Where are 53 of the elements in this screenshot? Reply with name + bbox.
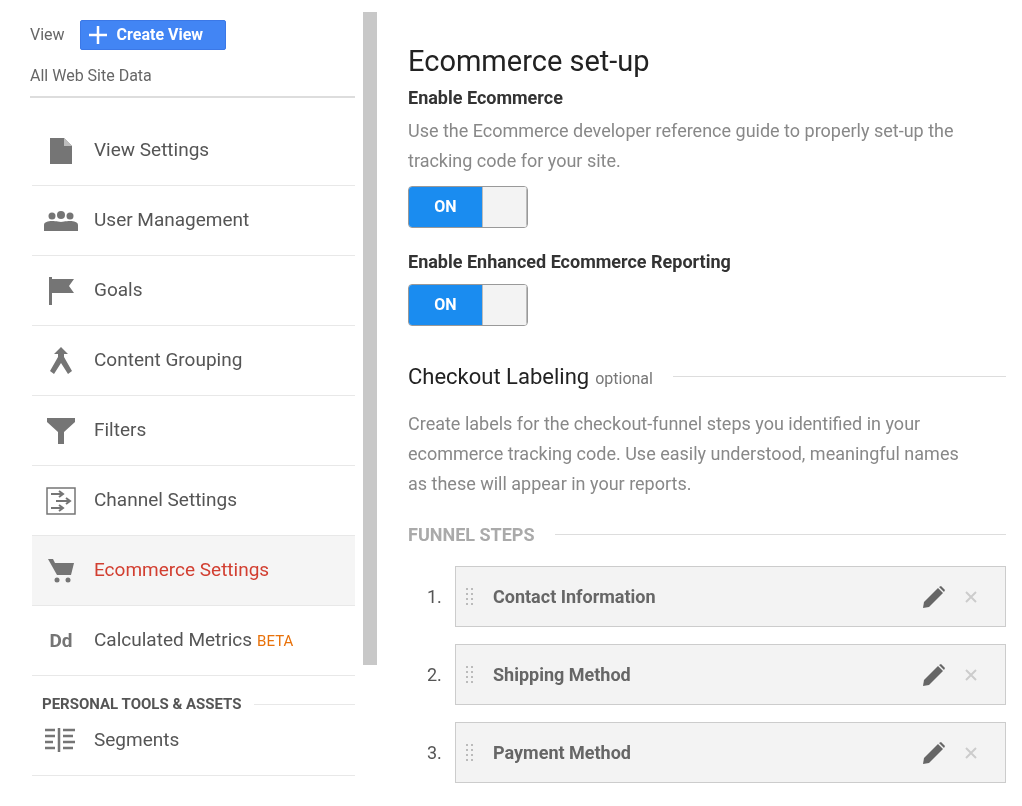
- channel-icon: [46, 486, 76, 515]
- toggle-label: ON: [434, 196, 457, 218]
- section-title: Checkout Labeling: [408, 363, 590, 391]
- funnel-heading: FUNNEL STEPS: [408, 523, 535, 547]
- page-title: Ecommerce set-up: [408, 43, 651, 80]
- close-icon[interactable]: [965, 668, 977, 681]
- cart-icon: [48, 557, 74, 584]
- edit-icon[interactable]: [923, 585, 945, 608]
- merge-arrow-icon: [49, 346, 73, 375]
- funnel-step[interactable]: Contact Information: [455, 566, 1006, 627]
- nav-item[interactable]: Ecommerce Settings: [32, 536, 355, 606]
- beta-label: BETA: [257, 631, 294, 653]
- nav-label: Calculated Metrics: [94, 627, 253, 654]
- close-icon[interactable]: [965, 590, 977, 603]
- setting-heading: Enable Ecommerce: [408, 86, 564, 110]
- step-number: 2.: [426, 663, 443, 687]
- toggle-label: ON: [434, 294, 457, 316]
- funnel-step[interactable]: Payment Method: [455, 722, 1006, 783]
- funnel-step[interactable]: Shipping Method: [455, 644, 1006, 705]
- step-number: 1.: [426, 585, 443, 609]
- nav-label: Channel Settings: [94, 487, 237, 514]
- edit-icon[interactable]: [923, 741, 945, 764]
- close-icon[interactable]: [965, 746, 977, 759]
- edit-icon[interactable]: [923, 663, 945, 686]
- step-number: 3.: [426, 741, 443, 765]
- drag-handle-icon: [466, 742, 474, 763]
- plus-icon: [88, 26, 107, 44]
- people-icon: [44, 210, 78, 231]
- nav-label: Ecommerce Settings: [94, 557, 270, 584]
- nav-label: Filters: [94, 417, 147, 444]
- nav-label: User Management: [94, 207, 250, 234]
- nav-label: View Settings: [94, 137, 210, 164]
- setting-description: Use the Ecommerce developer reference guide to properly set-up the tracking code for your site.: [408, 119, 955, 173]
- checkout-description: Create labels for the checkout-funnel steps you identified in your ecommerce tracking code. Use easily understood, meaningful names as these will appear in your reports.: [408, 412, 960, 496]
- step-label: Shipping Method: [493, 663, 632, 687]
- nav-label: Goals: [94, 277, 143, 304]
- step-label: Contact Information: [493, 585, 657, 609]
- drag-handle-icon: [466, 586, 474, 607]
- scrollbar[interactable]: [363, 12, 377, 665]
- nav-label: Content Grouping: [94, 347, 243, 374]
- drag-handle-icon: [466, 664, 474, 685]
- step-label: Payment Method: [493, 741, 632, 765]
- document-icon: [49, 136, 73, 165]
- optional-note: optional: [595, 368, 653, 390]
- flag-icon: [47, 276, 75, 305]
- nav-label: Segments: [94, 726, 180, 753]
- filter-icon: [47, 417, 75, 444]
- create-view-button[interactable]: Create View: [79, 20, 226, 50]
- setting-heading: Enable Enhanced Ecommerce Reporting: [408, 250, 732, 274]
- segments-icon: [45, 728, 77, 752]
- dd-icon: Dd: [44, 631, 78, 650]
- view-label: View: [30, 24, 65, 46]
- view-name: All Web Site Data: [30, 66, 152, 85]
